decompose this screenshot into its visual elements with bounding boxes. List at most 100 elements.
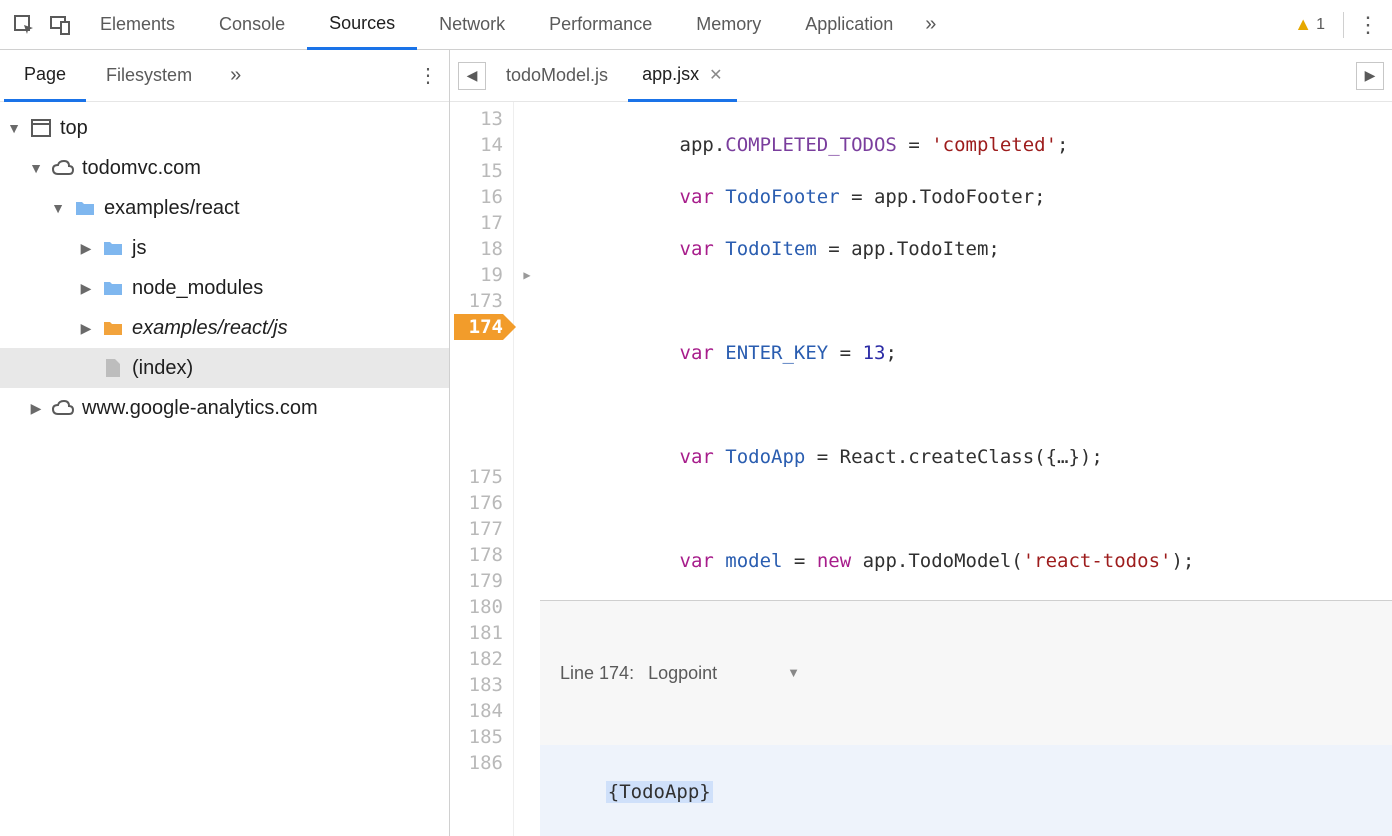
code-line: var TodoItem = app.TodoItem; (588, 236, 1392, 262)
tree-node-folder[interactable]: ▶ node_modules (0, 268, 449, 308)
tab-elements[interactable]: Elements (78, 0, 197, 50)
warning-count-value: 1 (1316, 16, 1325, 34)
kebab-menu-icon[interactable]: ⋮ (1350, 7, 1386, 43)
line-number[interactable]: 177 (454, 516, 503, 542)
tree-label: todomvc.com (82, 157, 201, 180)
warning-count[interactable]: ▲ 1 (1282, 14, 1337, 35)
line-number[interactable]: 174 (454, 314, 503, 340)
fold-marker (514, 568, 540, 594)
tree-node-top[interactable]: ▼ top (0, 108, 449, 148)
tab-memory[interactable]: Memory (674, 0, 783, 50)
fold-marker (514, 132, 540, 158)
device-toolbar-icon[interactable] (42, 7, 78, 43)
line-number[interactable] (454, 433, 503, 464)
tab-performance[interactable]: Performance (527, 0, 674, 50)
tab-application[interactable]: Application (783, 0, 915, 50)
fold-marker (514, 490, 540, 516)
fold-toggle-icon[interactable]: ▶ (514, 262, 540, 288)
fold-marker (514, 371, 540, 402)
tree-node-file[interactable]: (index) (0, 348, 449, 388)
line-number[interactable]: 182 (454, 646, 503, 672)
breakpoint-expression-input[interactable]: {TodoApp} (540, 745, 1392, 836)
tree-label: top (60, 117, 88, 140)
tab-console[interactable]: Console (197, 0, 307, 50)
window-icon (30, 117, 52, 139)
line-number[interactable] (454, 371, 503, 402)
tab-network[interactable]: Network (417, 0, 527, 50)
file-icon (102, 357, 124, 379)
line-number[interactable]: 183 (454, 672, 503, 698)
line-gutter[interactable]: 1314151617181917317417517617717817918018… (450, 102, 514, 836)
breakpoint-type-select[interactable]: Logpoint ▼ (648, 660, 800, 686)
tree-node-domain[interactable]: ▼ todomvc.com (0, 148, 449, 188)
fold-marker (514, 288, 540, 314)
separator (1343, 12, 1344, 38)
navigator-tab-page[interactable]: Page (4, 50, 86, 102)
inspect-element-icon[interactable] (6, 7, 42, 43)
tree-node-folder[interactable]: ▼ examples/react (0, 188, 449, 228)
devtools-tab-bar: Elements Console Sources Network Perform… (0, 0, 1392, 50)
show-debugger-icon[interactable]: ▶ (1356, 62, 1384, 90)
code-line (588, 288, 1392, 314)
chevron-right-icon: ▶ (28, 400, 44, 417)
more-tabs-icon[interactable]: » (915, 0, 946, 50)
fold-marker (514, 594, 540, 620)
main-split: Page Filesystem » ⋮ ▼ top ▼ todomvc.com … (0, 50, 1392, 836)
tree-label: node_modules (132, 277, 263, 300)
code-line (588, 392, 1392, 418)
line-number[interactable]: 180 (454, 594, 503, 620)
code-line: app.COMPLETED_TODOS = 'completed'; (588, 132, 1392, 158)
tab-sources[interactable]: Sources (307, 0, 417, 50)
line-number[interactable]: 15 (454, 158, 503, 184)
tree-node-folder[interactable]: ▶ js (0, 228, 449, 268)
fold-marker (514, 646, 540, 672)
navigator-tab-filesystem[interactable]: Filesystem (86, 50, 212, 102)
fold-marker (514, 724, 540, 750)
line-number[interactable]: 19 (454, 262, 503, 288)
fold-marker (514, 158, 540, 184)
tree-label: examples/react/js (132, 317, 288, 340)
code-line (588, 496, 1392, 522)
close-icon[interactable]: ✕ (709, 65, 722, 85)
line-number[interactable]: 186 (454, 750, 503, 776)
line-number[interactable]: 179 (454, 568, 503, 594)
fold-marker (514, 516, 540, 542)
editor-tab[interactable]: app.jsx ✕ (628, 50, 736, 102)
tree-label: examples/react (104, 197, 240, 220)
code-content[interactable]: app.COMPLETED_TODOS = 'completed'; var T… (540, 102, 1392, 836)
line-number[interactable]: 176 (454, 490, 503, 516)
line-number[interactable]: 175 (454, 464, 503, 490)
folder-icon (102, 237, 124, 259)
file-tree: ▼ top ▼ todomvc.com ▼ examples/react ▶ j… (0, 102, 449, 836)
tree-label: js (132, 237, 146, 260)
tree-label: (index) (132, 357, 193, 380)
line-number[interactable]: 181 (454, 620, 503, 646)
line-number[interactable]: 16 (454, 184, 503, 210)
editor-tab[interactable]: todoModel.js (492, 50, 622, 102)
code-line: var model = new app.TodoModel('react-tod… (588, 548, 1392, 574)
line-number[interactable]: 18 (454, 236, 503, 262)
fold-marker (514, 620, 540, 646)
editor-panel: ◀ todoModel.js app.jsx ✕ ▶ 1314151617181… (450, 50, 1392, 836)
line-number[interactable] (454, 402, 503, 433)
line-number[interactable]: 178 (454, 542, 503, 568)
navigator-kebab-icon[interactable]: ⋮ (411, 63, 445, 88)
nav-back-icon[interactable]: ◀ (458, 62, 486, 90)
line-number[interactable]: 17 (454, 210, 503, 236)
tab-label: todoModel.js (506, 65, 608, 86)
line-number[interactable]: 173 (454, 288, 503, 314)
code-editor[interactable]: 1314151617181917317417517617717817918018… (450, 102, 1392, 836)
line-number[interactable]: 185 (454, 724, 503, 750)
tree-node-domain[interactable]: ▶ www.google-analytics.com (0, 388, 449, 428)
tree-node-folder[interactable]: ▶ examples/react/js (0, 308, 449, 348)
line-number[interactable]: 13 (454, 106, 503, 132)
line-number[interactable]: 14 (454, 132, 503, 158)
fold-marker (514, 750, 540, 776)
tab-label: app.jsx (642, 64, 699, 85)
line-number[interactable] (454, 340, 503, 371)
chevron-right-icon: ▶ (78, 240, 94, 257)
navigator-more-icon[interactable]: » (230, 64, 241, 87)
line-number[interactable]: 184 (454, 698, 503, 724)
chevron-down-icon: ▼ (6, 120, 22, 136)
code-line: var TodoFooter = app.TodoFooter; (588, 184, 1392, 210)
